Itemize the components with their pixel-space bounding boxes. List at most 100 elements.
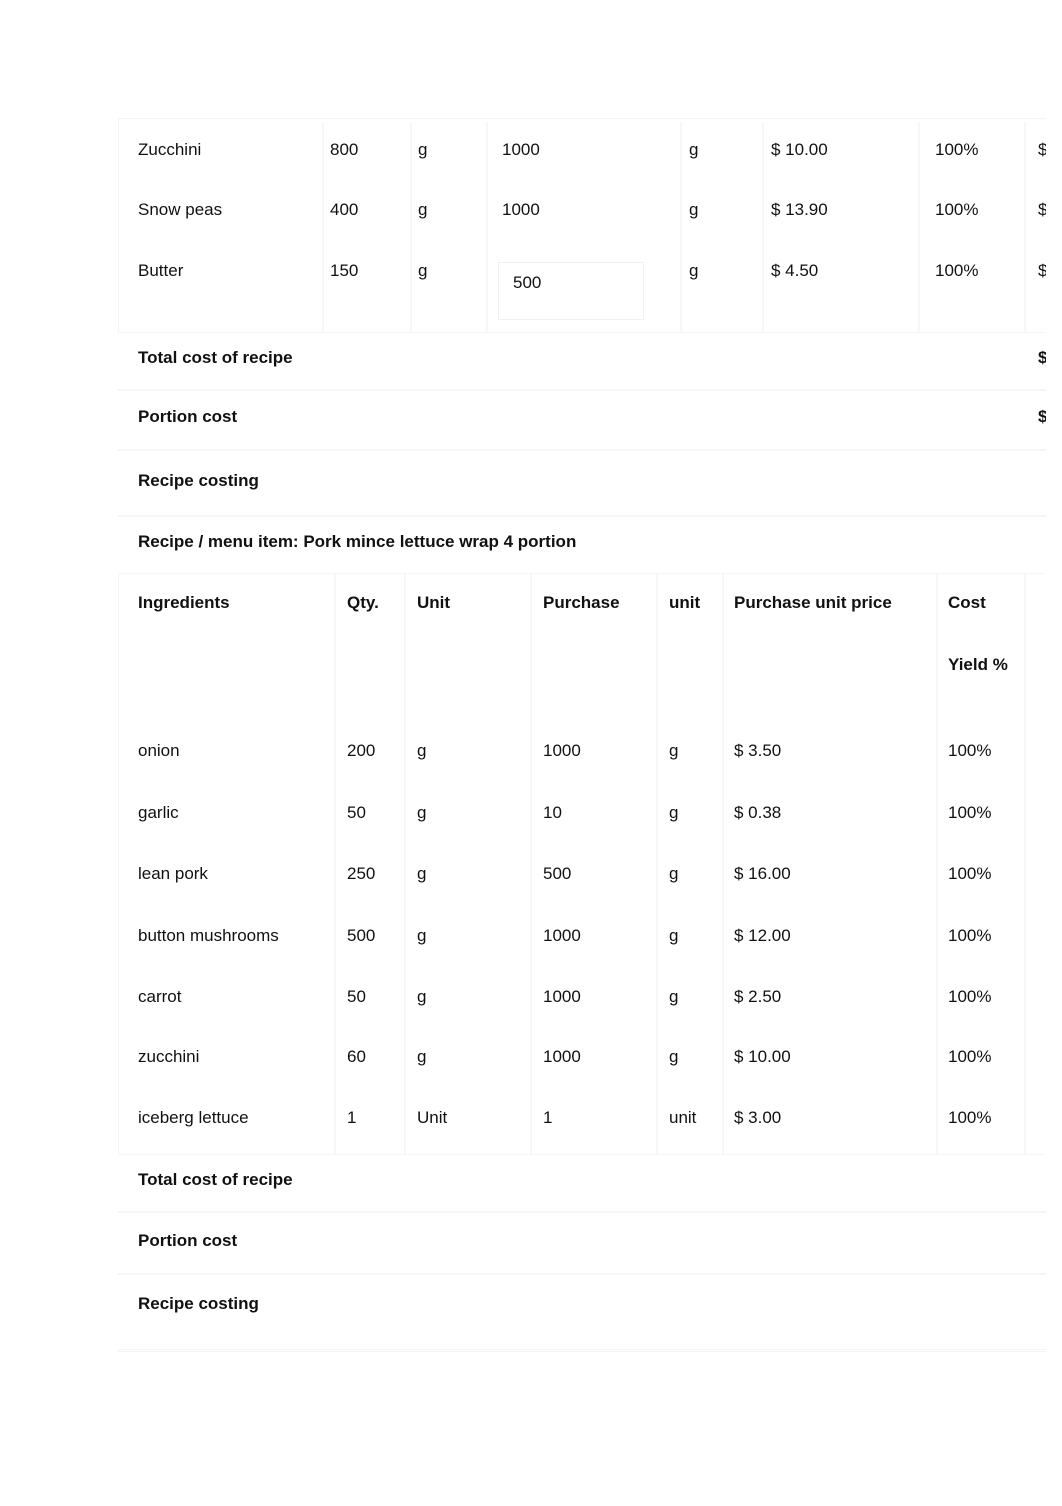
recipe-costing-label: Recipe costing: [138, 1294, 259, 1313]
purchase-unit-cell: g: [669, 987, 679, 1006]
price-cell: $ 16.00: [734, 864, 791, 883]
unit-cell: g: [417, 864, 427, 883]
ingredient-cell: Butter: [138, 261, 184, 280]
unit-cell: Unit: [417, 1108, 448, 1127]
unit-cell: g: [417, 803, 427, 822]
qty-cell: 150: [330, 261, 359, 280]
header-purchase-unit: unit: [669, 593, 701, 612]
header-ingredients: Ingredients: [138, 593, 230, 612]
header-purchase: Purchase: [543, 593, 620, 612]
price-cell: $ 10.00: [734, 1047, 791, 1066]
purchase-cell: 1000: [502, 200, 540, 219]
price-cell: $ 12.00: [734, 926, 791, 945]
ingredient-cell: carrot: [138, 987, 182, 1006]
unit-cell: g: [418, 261, 428, 280]
portion-row: Portion cost: [118, 1212, 1046, 1274]
costing-row: Recipe costing: [118, 450, 1046, 516]
yield-cell: 100%: [948, 803, 992, 822]
yield-cell: 100%: [948, 741, 992, 760]
purchase-unit-cell: g: [689, 261, 699, 280]
grid-line: [410, 122, 412, 332]
recipe-title-row: Recipe / menu item: Pork mince lettuce w…: [118, 516, 1046, 574]
grid-line: [1024, 122, 1026, 332]
yield-cell: 100%: [948, 926, 992, 945]
portion-cost-label: Portion cost: [138, 1231, 238, 1250]
cost-cell: $: [1038, 200, 1046, 219]
price-cell: $ 10.00: [771, 140, 828, 159]
unit-cell: g: [418, 200, 428, 219]
grid-line: [680, 122, 682, 332]
ingredient-cell: onion: [138, 741, 180, 760]
yield-cell: 100%: [935, 261, 979, 280]
price-cell: $ 2.50: [734, 987, 782, 1006]
grid-line: [322, 122, 324, 332]
total-cost-value: $: [1038, 348, 1046, 367]
document-page: Zucchini 800 g 1000 g $ 10.00 100% $ Sno…: [0, 0, 1046, 1506]
grid-line: [936, 574, 938, 1164]
portion-cost-label: Portion cost: [138, 407, 238, 426]
grid-line: [762, 122, 764, 332]
qty-cell: 800: [330, 140, 359, 159]
unit-cell: g: [417, 926, 427, 945]
purchase-unit-cell: g: [689, 200, 699, 219]
purchase-unit-cell: g: [669, 741, 679, 760]
qty-cell: 50: [347, 803, 366, 822]
ingredient-cell: button mushrooms: [138, 926, 279, 945]
ingredient-cell: garlic: [138, 803, 179, 822]
unit-cell: g: [417, 987, 427, 1006]
purchase-cell: 500: [543, 864, 572, 883]
header-unit: Unit: [417, 593, 451, 612]
grid-line: [530, 574, 532, 1164]
yield-cell: 100%: [948, 987, 992, 1006]
ingredient-cell: Snow peas: [138, 200, 223, 219]
purchase-cell: 1: [543, 1108, 553, 1127]
total-row: Total cost of recipe $: [118, 332, 1046, 390]
ingredient-cell: zucchini: [138, 1047, 200, 1066]
yield-cell: 100%: [948, 1047, 992, 1066]
qty-cell: 60: [347, 1047, 366, 1066]
header-price: Purchase unit price: [734, 593, 892, 612]
grid-line: [404, 574, 406, 1164]
yield-cell: 100%: [948, 1108, 992, 1127]
unit-cell: g: [417, 1047, 427, 1066]
qty-cell: 50: [347, 987, 366, 1006]
header-yield: Yield %: [948, 655, 1008, 674]
purchase-cell: 1000: [543, 926, 581, 945]
cost-cell: $: [1038, 140, 1046, 159]
header-cost: Cost: [948, 593, 986, 612]
unit-cell: g: [417, 741, 427, 760]
purchase-cell: 1000: [502, 140, 540, 159]
purchase-unit-cell: g: [689, 140, 699, 159]
cost-cell: $: [1038, 261, 1046, 280]
purchase-cell: 10: [543, 803, 562, 822]
grid-line: [918, 122, 920, 332]
purchase-unit-cell: g: [669, 864, 679, 883]
qty-cell: 1: [347, 1108, 357, 1127]
grid-line: [656, 574, 658, 1164]
recipe-title: Recipe / menu item: Pork mince lettuce w…: [138, 532, 577, 551]
purchase-cell: 1000: [543, 987, 581, 1006]
header-qty: Qty.: [347, 593, 379, 612]
price-cell: $ 0.38: [734, 803, 782, 822]
costing-row: Recipe costing: [118, 1274, 1046, 1350]
price-cell: $ 13.90: [771, 200, 828, 219]
purchase-unit-cell: g: [669, 1047, 679, 1066]
purchase-cell: 1000: [543, 741, 581, 760]
price-cell: $ 4.50: [771, 261, 819, 280]
portion-cost-value: $: [1038, 407, 1046, 426]
yield-cell: 100%: [935, 200, 979, 219]
total-cost-label: Total cost of recipe: [138, 348, 293, 367]
grid-line: [722, 574, 724, 1164]
yield-cell: 100%: [948, 864, 992, 883]
recipe-costing-label: Recipe costing: [138, 471, 259, 490]
qty-cell: 250: [347, 864, 376, 883]
grid-line: [334, 574, 336, 1164]
purchase-cell: 1000: [543, 1047, 581, 1066]
total-row: Total cost of recipe: [118, 1154, 1046, 1212]
purchase-cell: 500: [513, 273, 542, 292]
ingredient-cell: Zucchini: [138, 140, 202, 159]
ingredient-cell: iceberg lettuce: [138, 1108, 249, 1127]
qty-cell: 400: [330, 200, 359, 219]
purchase-unit-cell: unit: [669, 1108, 697, 1127]
price-cell: $ 3.50: [734, 741, 782, 760]
